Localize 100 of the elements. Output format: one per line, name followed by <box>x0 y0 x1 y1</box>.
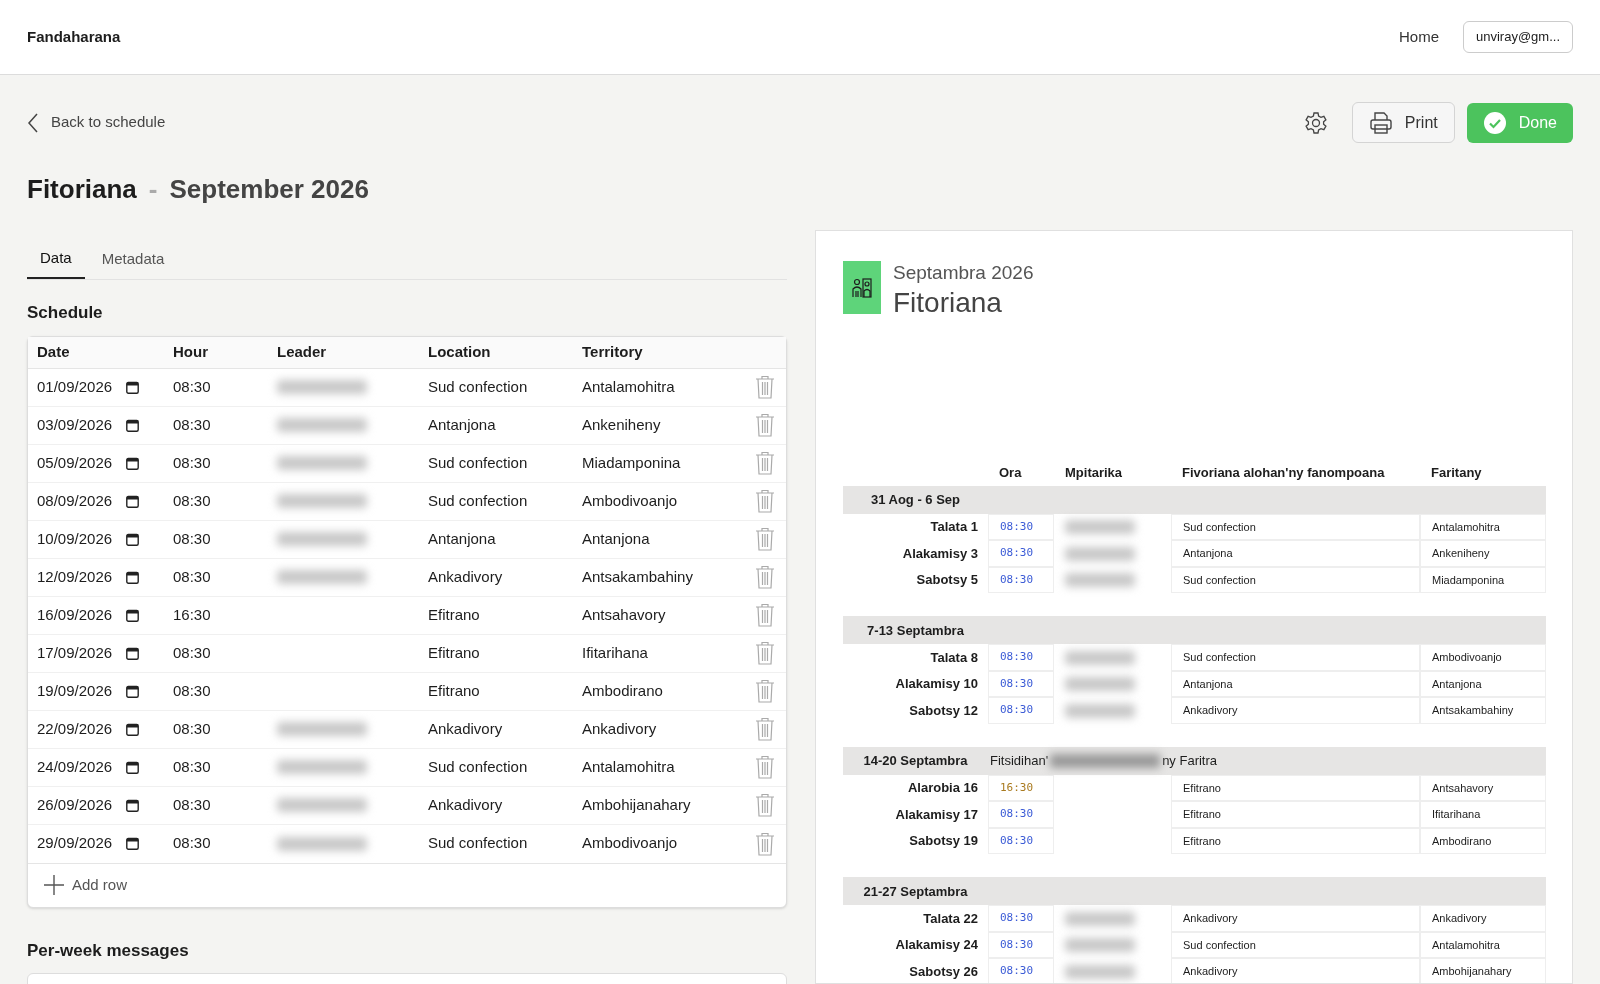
date-field[interactable]: 12/09/2026 <box>37 565 113 589</box>
tab[interactable]: Data <box>27 239 85 279</box>
hour-field[interactable]: 08:30 <box>173 489 277 513</box>
location-cell[interactable]: Sud confection <box>428 375 582 399</box>
territory-cell[interactable]: Ambodivoanjo <box>582 489 732 513</box>
territory-cell: Antsakambahiny <box>1420 697 1546 724</box>
location-cell[interactable]: Efitrano <box>428 641 582 665</box>
territory-cell: Ankadivory <box>1420 905 1546 932</box>
territory-cell: Antsahavory <box>1420 774 1546 802</box>
territory-cell: Antanjona <box>1420 670 1546 698</box>
territory-cell[interactable]: Antanjona <box>582 527 732 551</box>
tab[interactable]: Metadata <box>88 239 178 279</box>
hour-field[interactable]: 08:30 <box>173 527 277 551</box>
home-link[interactable]: Home <box>1399 25 1439 49</box>
date-field[interactable]: 01/09/2026 <box>37 375 113 399</box>
location-cell: Efitrano <box>1171 774 1420 802</box>
date-field[interactable]: 17/09/2026 <box>37 641 113 665</box>
location-cell[interactable]: Antanjona <box>428 527 582 551</box>
territory-cell: Ambodivoanjo <box>1420 644 1546 671</box>
date-field[interactable]: 29/09/2026 <box>37 832 113 855</box>
calendar-icon[interactable] <box>126 532 140 546</box>
location-cell: Antanjona <box>1171 670 1420 698</box>
day-label: Alakamisy 3 <box>901 544 979 563</box>
location-cell[interactable]: Sud confection <box>428 451 582 475</box>
hour-field[interactable]: 08:30 <box>173 375 277 399</box>
account-button[interactable]: unviray@gm... <box>1463 21 1573 53</box>
territory-cell: Ambodirano <box>1420 827 1546 855</box>
location-cell[interactable]: Ankadivory <box>428 565 582 589</box>
location-cell[interactable]: Ankadivory <box>428 793 582 817</box>
check-icon <box>1482 110 1507 135</box>
hour-field[interactable]: 08:30 <box>173 832 277 855</box>
column-header: Location <box>428 341 492 362</box>
hour-field[interactable]: 08:30 <box>173 755 277 779</box>
print-button[interactable]: Print <box>1351 102 1455 143</box>
hour-field[interactable]: 08:30 <box>173 451 277 475</box>
location-cell[interactable]: Antanjona <box>428 413 582 437</box>
territory-cell[interactable]: Ankeniheny <box>582 413 732 437</box>
printer-icon <box>1368 110 1393 135</box>
time-cell: 08:30 <box>988 931 1054 959</box>
hour-field[interactable]: 08:30 <box>173 793 277 817</box>
hour-field[interactable]: 08:30 <box>173 565 277 589</box>
hour-field[interactable]: 08:30 <box>173 717 277 741</box>
time-cell: 08:30 <box>988 905 1054 932</box>
location-cell: Sud confection <box>1171 644 1420 671</box>
territory-cell[interactable]: Antalamohitra <box>582 755 732 779</box>
calendar-icon[interactable] <box>126 570 140 584</box>
calendar-icon[interactable] <box>126 760 140 774</box>
date-field[interactable]: 24/09/2026 <box>37 755 113 779</box>
territory-cell[interactable]: Ankadivory <box>582 717 732 741</box>
hour-field[interactable]: 16:30 <box>173 603 277 627</box>
hour-field[interactable]: 08:30 <box>173 413 277 437</box>
page-subtitle: September 2026 <box>169 173 369 206</box>
date-field[interactable]: 05/09/2026 <box>37 451 113 475</box>
calendar-icon[interactable] <box>126 380 140 394</box>
calendar-icon[interactable] <box>126 456 140 470</box>
calendar-icon[interactable] <box>126 837 140 850</box>
territory-cell[interactable]: Antsahavory <box>582 603 732 627</box>
settings-icon[interactable] <box>1303 110 1328 135</box>
hour-field[interactable]: 08:30 <box>173 679 277 703</box>
day-label: Talata 8 <box>929 648 979 667</box>
time-cell: 08:30 <box>988 958 1054 983</box>
calendar-icon[interactable] <box>126 798 140 812</box>
calendar-icon[interactable] <box>126 684 140 698</box>
date-field[interactable]: 19/09/2026 <box>37 679 113 703</box>
day-label: Talata 22 <box>922 909 979 928</box>
location-cell: Ankadivory <box>1171 697 1420 724</box>
date-field[interactable]: 22/09/2026 <box>37 717 113 741</box>
back-link[interactable]: Back to schedule <box>27 111 166 134</box>
location-cell: Antanjona <box>1171 540 1420 567</box>
week-note: ny Faritra <box>1162 752 1218 770</box>
location-cell[interactable]: Efitrano <box>428 603 582 627</box>
calendar-icon[interactable] <box>126 722 140 736</box>
territory-cell[interactable]: Ambodirano <box>582 679 732 703</box>
date-field[interactable]: 08/09/2026 <box>37 489 113 513</box>
date-field[interactable]: 10/09/2026 <box>37 527 113 551</box>
date-field[interactable]: 03/09/2026 <box>37 413 113 437</box>
location-cell[interactable]: Sud confection <box>428 755 582 779</box>
territory-cell[interactable]: Ambodivoanjo <box>582 832 732 855</box>
territory-cell[interactable]: Antalamohitra <box>582 375 732 399</box>
date-field[interactable]: 16/09/2026 <box>37 603 113 627</box>
page-title: Fitoriana <box>27 173 137 206</box>
preview-title: Fitoriana <box>893 285 1003 320</box>
hour-field[interactable]: 08:30 <box>173 641 277 665</box>
add-row-button[interactable]: Add row <box>44 873 128 897</box>
column-header: Leader <box>277 341 328 362</box>
calendar-icon[interactable] <box>126 608 140 622</box>
location-cell[interactable]: Sud confection <box>428 489 582 513</box>
day-label: Sabotsy 12 <box>908 701 979 720</box>
calendar-icon[interactable] <box>126 646 140 660</box>
territory-cell: Antalamohitra <box>1420 931 1546 959</box>
territory-cell[interactable]: Miadamponina <box>582 451 732 475</box>
location-cell[interactable]: Efitrano <box>428 679 582 703</box>
territory-cell[interactable]: Ambohijanahary <box>582 793 732 817</box>
date-field[interactable]: 26/09/2026 <box>37 793 113 817</box>
territory-cell[interactable]: Antsakambahiny <box>582 565 732 589</box>
calendar-icon[interactable] <box>126 494 140 508</box>
location-cell[interactable]: Ankadivory <box>428 717 582 741</box>
location-cell[interactable]: Sud confection <box>428 832 582 855</box>
territory-cell[interactable]: Ifitarihana <box>582 641 732 665</box>
calendar-icon[interactable] <box>126 418 140 432</box>
